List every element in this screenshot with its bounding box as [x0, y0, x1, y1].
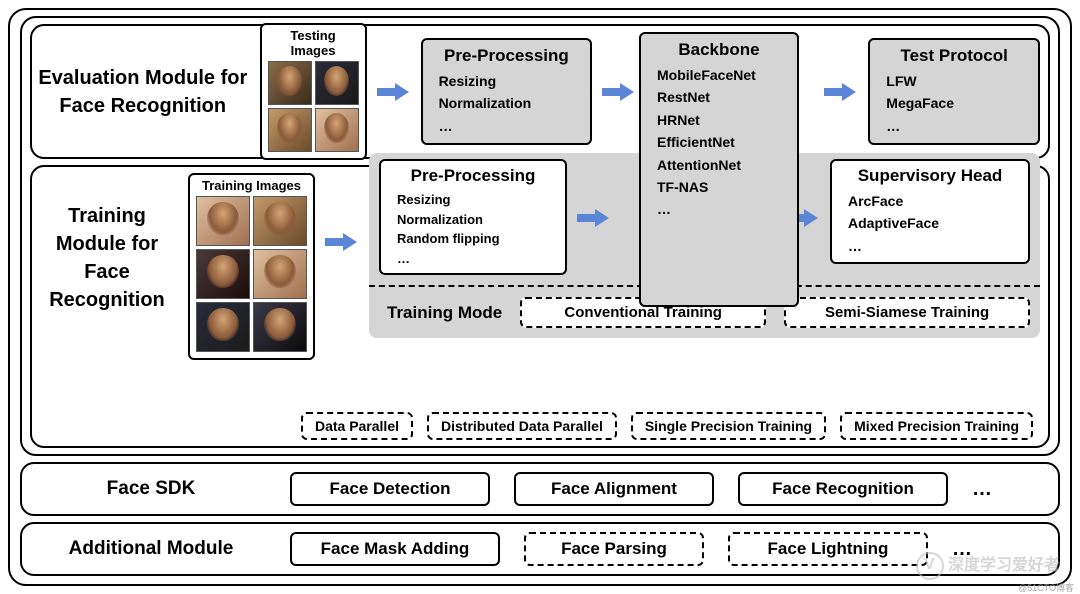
parallel-row: Data Parallel Distributed Data Parallel …: [294, 412, 1040, 440]
face-thumbnail: [253, 196, 307, 246]
sdk-item: Face Alignment: [514, 472, 714, 506]
training-images-panel: Training Images: [188, 173, 315, 360]
list-item: Resizing: [439, 70, 581, 92]
box-title: Pre-Processing: [391, 166, 555, 186]
eval-preprocessing-box: Pre-Processing Resizing Normalization …: [421, 38, 593, 145]
list-item: AttentionNet: [657, 154, 787, 176]
testing-images-panel: Testing Images: [260, 23, 367, 160]
list-item: Random flipping: [397, 229, 555, 249]
backbone-box: Backbone MobileFaceNet RestNet HRNet Eff…: [639, 32, 799, 307]
list-item: RestNet: [657, 86, 787, 108]
list-item: MobileFaceNet: [657, 64, 787, 86]
face-thumbnail: [268, 108, 312, 152]
face-thumbnail: [253, 302, 307, 352]
face-thumbnail: [315, 61, 359, 105]
list-item: …: [657, 198, 787, 220]
panel-title: Testing Images: [268, 28, 359, 58]
face-thumbnail: [196, 249, 250, 299]
list-item: Normalization: [439, 92, 581, 114]
ellipsis: …: [952, 538, 972, 561]
backbone-title: Backbone: [651, 40, 787, 60]
face-thumbnail: [268, 61, 312, 105]
face-thumbnail: [196, 302, 250, 352]
test-protocol-box: Test Protocol LFW MegaFace …: [868, 38, 1040, 145]
main-modules: Backbone MobileFaceNet RestNet HRNet Eff…: [20, 16, 1060, 456]
list-item: LFW: [886, 70, 1028, 92]
list-item: Normalization: [397, 210, 555, 230]
parallel-option: Distributed Data Parallel: [427, 412, 617, 440]
list-item: EfficientNet: [657, 131, 787, 153]
label-line: Evaluation Module for: [38, 64, 247, 92]
evaluation-module: Evaluation Module for Face Recognition T…: [30, 24, 1050, 159]
diagram-outer: Backbone MobileFaceNet RestNet HRNet Eff…: [8, 8, 1072, 586]
box-items: Resizing Normalization …: [433, 70, 581, 137]
eval-label: Evaluation Module for Face Recognition: [36, 64, 250, 120]
box-items: LFW MegaFace …: [880, 70, 1028, 137]
label-line: Training Module for: [36, 202, 178, 258]
arrow-icon: [602, 83, 636, 101]
add-item: Face Mask Adding: [290, 532, 500, 566]
list-item: …: [439, 115, 581, 137]
row-label: Face SDK: [36, 478, 266, 500]
backbone-items: MobileFaceNet RestNet HRNet EfficientNet…: [651, 64, 787, 221]
box-title: Test Protocol: [880, 46, 1028, 66]
box-items: Resizing Normalization Random flipping …: [391, 190, 555, 268]
list-item: ArcFace: [848, 190, 1018, 212]
train-label: Training Module for Face Recognition: [36, 173, 178, 343]
face-thumbnail: [196, 196, 250, 246]
add-item-dash: Face Lightning: [728, 532, 928, 566]
face-thumbnail: [253, 249, 307, 299]
add-item-dash: Face Parsing: [524, 532, 704, 566]
arrow-icon: [824, 83, 858, 101]
image-grid: [268, 61, 359, 152]
sdk-item: Face Recognition: [738, 472, 948, 506]
list-item: HRNet: [657, 109, 787, 131]
sdk-item: Face Detection: [290, 472, 490, 506]
image-grid: [196, 196, 307, 352]
list-item: …: [848, 235, 1018, 257]
arrow-icon: [577, 209, 611, 227]
training-mode-label: Training Mode: [379, 303, 502, 323]
label-line: Face Recognition: [59, 92, 226, 120]
list-item: MegaFace: [886, 92, 1028, 114]
training-module: Training Module for Face Recognition Tra…: [30, 165, 1050, 448]
parallel-option: Data Parallel: [301, 412, 413, 440]
box-title: Pre-Processing: [433, 46, 581, 66]
mode-option: Semi-Siamese Training: [784, 297, 1030, 328]
corner-credit: @51CTO博客: [1018, 581, 1074, 594]
face-thumbnail: [315, 108, 359, 152]
label-line: Face Recognition: [36, 258, 178, 314]
box-items: ArcFace AdaptiveFace …: [842, 190, 1018, 257]
panel-title: Training Images: [196, 178, 307, 193]
box-title: Supervisory Head: [842, 166, 1018, 186]
list-item: …: [886, 115, 1028, 137]
parallel-option: Single Precision Training: [631, 412, 826, 440]
list-item: Resizing: [397, 190, 555, 210]
training-top: Training Module for Face Recognition Tra…: [36, 173, 1040, 398]
list-item: AdaptiveFace: [848, 212, 1018, 234]
row-label: Additional Module: [36, 538, 266, 560]
arrow-icon: [325, 233, 359, 251]
train-preprocessing-box: Pre-Processing Resizing Normalization Ra…: [379, 159, 567, 275]
supervisory-head-box: Supervisory Head ArcFace AdaptiveFace …: [830, 159, 1030, 264]
face-sdk-row: Face SDK Face Detection Face Alignment F…: [20, 462, 1060, 516]
additional-module-row: Additional Module Face Mask Adding Face …: [20, 522, 1060, 576]
list-item: …: [397, 249, 555, 269]
arrow-icon: [377, 83, 411, 101]
parallel-option: Mixed Precision Training: [840, 412, 1033, 440]
list-item: TF-NAS: [657, 176, 787, 198]
ellipsis: …: [972, 478, 992, 501]
